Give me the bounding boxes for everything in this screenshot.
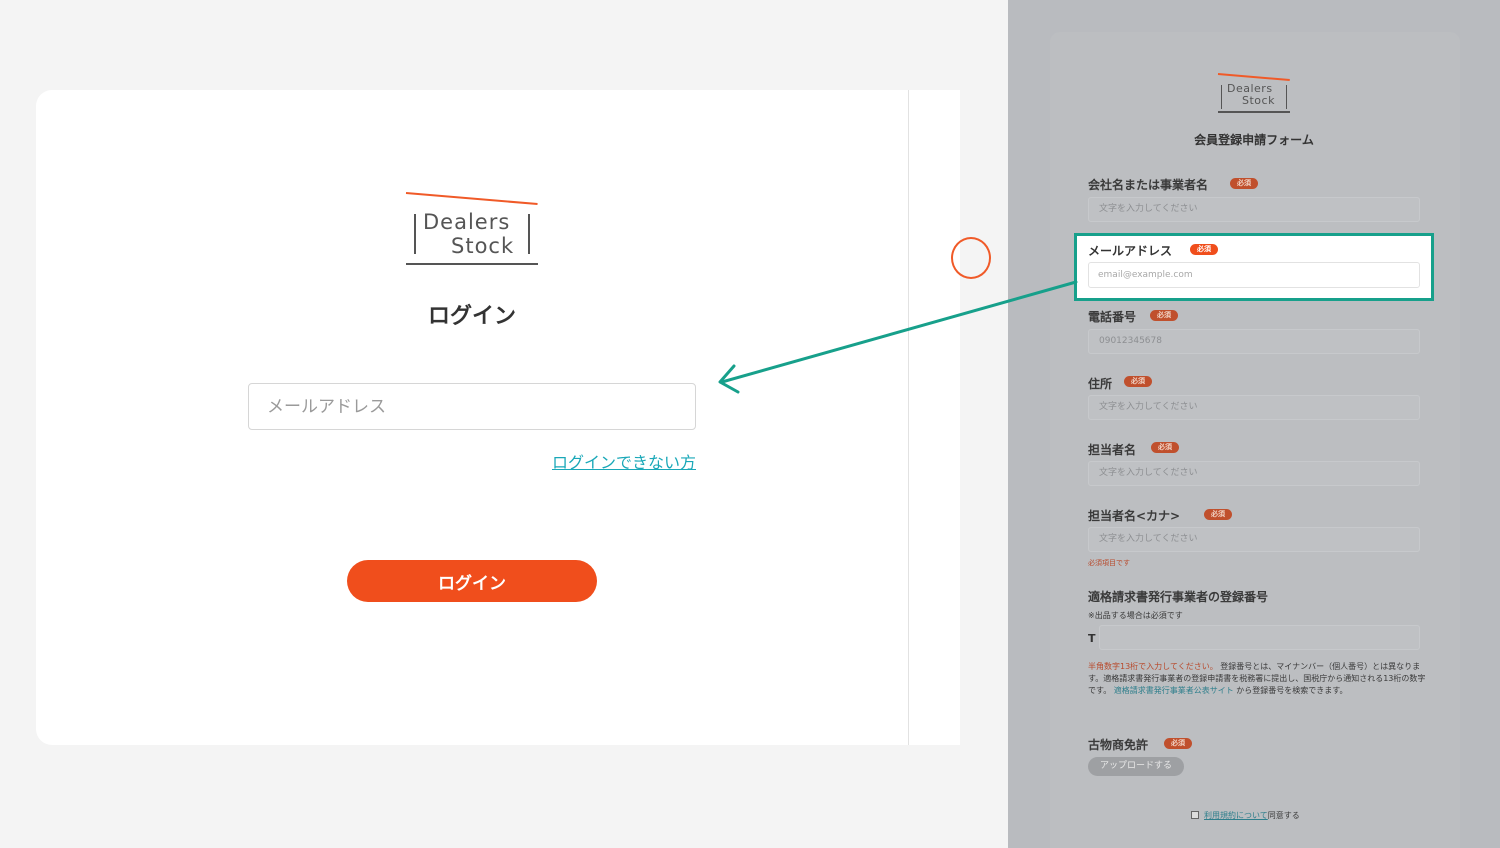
contact-kana-label: 担当者名<カナ>	[1088, 509, 1181, 523]
required-badge: 必須	[1150, 310, 1178, 321]
upload-button[interactable]: アップロードする	[1088, 757, 1184, 776]
partial-circle-icon	[951, 237, 991, 279]
logo-base-line	[406, 263, 538, 265]
company-input[interactable]: 文字を入力してください	[1088, 197, 1420, 222]
invoice-number-label: 適格請求書発行事業者の登録番号	[1088, 590, 1269, 604]
card-divider	[908, 90, 909, 745]
login-button[interactable]: ログイン	[347, 560, 597, 602]
forgot-login-link[interactable]: ログインできない方	[496, 449, 696, 473]
required-badge: 必須	[1124, 376, 1152, 387]
register-email-label: メールアドレス	[1088, 244, 1173, 258]
logo-left-bar	[414, 214, 416, 254]
logo-word-stock: Stock	[451, 234, 515, 258]
required-badge: 必須	[1190, 244, 1218, 255]
invoice-help-text: 半角数字13桁で入力してください。 登録番号とは、マイナンバー（個人番号）とは異…	[1088, 661, 1428, 697]
phone-label: 電話番号	[1088, 310, 1137, 324]
company-label: 会社名または事業者名	[1088, 178, 1209, 192]
contact-label: 担当者名	[1088, 443, 1137, 457]
phone-input[interactable]: 09012345678	[1088, 329, 1420, 354]
address-input[interactable]: 文字を入力してください	[1088, 395, 1420, 420]
logo-roof-line	[405, 192, 538, 206]
login-title: ログイン	[427, 304, 516, 329]
invoice-lookup-link[interactable]: 適格請求書発行事業者公表サイト	[1114, 686, 1234, 695]
contact-input[interactable]: 文字を入力してください	[1088, 461, 1420, 486]
dealers-stock-logo: Dealers Stock	[405, 190, 540, 270]
invoice-number-input[interactable]	[1099, 625, 1420, 650]
address-label: 住所	[1088, 377, 1113, 391]
contact-kana-error: 必須項目です	[1088, 559, 1130, 567]
required-badge: 必須	[1230, 178, 1258, 189]
invoice-help-tail: から登録番号を検索できます。	[1236, 686, 1348, 695]
terms-suffix: 同意する	[1267, 811, 1300, 820]
logo-word-dealers: Dealers	[423, 210, 511, 234]
register-email-input[interactable]: email@example.com	[1088, 262, 1420, 288]
dealers-stock-logo-small: Dealers Stock	[1217, 72, 1292, 114]
invoice-number-note: ※出品する場合は必須です	[1088, 611, 1183, 620]
logo-word-stock: Stock	[1242, 94, 1275, 107]
logo-left-bar	[1221, 85, 1222, 109]
terms-checkbox[interactable]	[1191, 811, 1199, 819]
license-label: 古物商免許	[1088, 738, 1149, 752]
required-badge: 必須	[1164, 738, 1192, 749]
registration-form-card	[1050, 32, 1460, 848]
required-badge: 必須	[1151, 442, 1179, 453]
invoice-help-warning: 半角数字13桁で入力してください。	[1088, 662, 1218, 671]
logo-right-bar	[528, 214, 530, 254]
registration-form-title: 会員登録申請フォーム	[1194, 133, 1314, 147]
terms-agreement: 利用規約について同意する	[1191, 810, 1300, 821]
logo-base-line	[1218, 111, 1290, 113]
required-badge: 必須	[1204, 509, 1232, 520]
email-input[interactable]	[248, 383, 696, 430]
logo-right-bar	[1286, 85, 1287, 109]
invoice-prefix: T	[1088, 632, 1096, 645]
contact-kana-input[interactable]: 文字を入力してください	[1088, 527, 1420, 552]
terms-link[interactable]: 利用規約について	[1204, 811, 1268, 820]
logo-roof-line	[1217, 73, 1290, 82]
